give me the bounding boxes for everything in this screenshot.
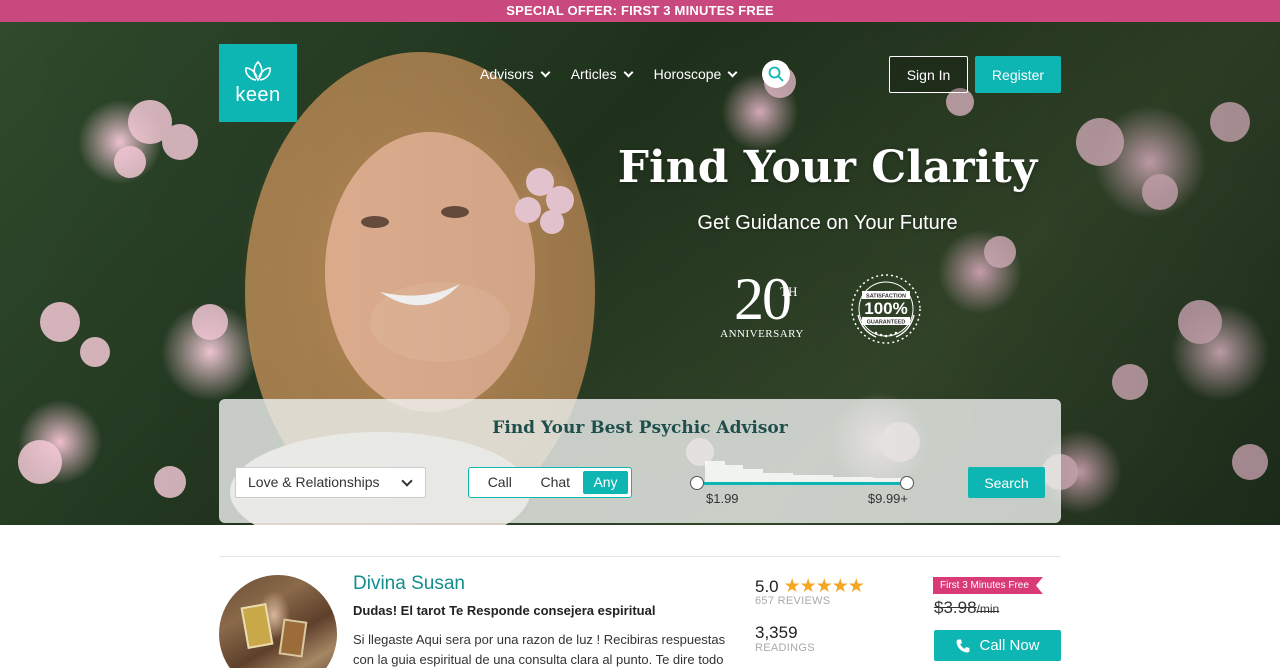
register-button[interactable]: Register (975, 56, 1061, 93)
advisor-search-panel: Find Your Best Psychic Advisor Love & Re… (219, 399, 1061, 523)
readings-label: READINGS (755, 642, 815, 654)
lotus-icon (245, 60, 271, 81)
satisfaction-badge: SATISFACTION 100% GUARANTEED (848, 271, 924, 347)
anniversary-label: ANNIVERSARY (720, 328, 804, 340)
keen-logo[interactable]: keen (219, 44, 297, 122)
search-panel-title: Find Your Best Psychic Advisor (492, 418, 788, 438)
promo-banner[interactable]: SPECIAL OFFER: FIRST 3 MINUTES FREE (0, 0, 1280, 22)
advisor-avatar[interactable] (219, 575, 337, 668)
chevron-down-icon (623, 67, 634, 77)
price-unit: /min (976, 602, 1000, 616)
price-track (697, 482, 907, 485)
satisfaction-seal-icon: SATISFACTION 100% GUARANTEED (851, 274, 921, 344)
price-max-handle[interactable] (900, 476, 914, 490)
tarot-card-image (240, 603, 274, 649)
search-icon (768, 66, 784, 82)
price-value: $3.98 (934, 598, 977, 617)
search-submit-button[interactable]: Search (968, 467, 1045, 498)
offer-ribbon: First 3 Minutes Free (933, 577, 1043, 594)
hero-subtitle: Get Guidance on Your Future (697, 212, 958, 234)
phone-icon (956, 639, 970, 652)
hero-section: keen Advisors Articles Horoscope Sign In… (0, 22, 1280, 525)
sign-in-button[interactable]: Sign In (889, 56, 968, 93)
call-now-button[interactable]: Call Now (934, 630, 1061, 661)
price-min-label: $1.99 (706, 491, 739, 506)
anniversary-suffix: TH (780, 284, 798, 299)
tarot-card-image (278, 618, 308, 658)
reviews-count[interactable]: 657 REVIEWS (755, 595, 830, 607)
nav-articles-label: Articles (570, 66, 617, 82)
hero-title: Find Your Clarity (617, 142, 1038, 193)
price-max-label: $9.99+ (867, 491, 908, 506)
advisor-description: Si llegaste Aqui sera por una razon de l… (353, 632, 726, 667)
search-button[interactable] (762, 60, 791, 88)
advisor-name[interactable]: Divina Susan (353, 573, 465, 595)
chevron-down-icon (540, 67, 551, 77)
nav-horoscope[interactable]: Horoscope (653, 66, 738, 82)
nav-advisors-label: Advisors (480, 66, 534, 82)
contact-mode-toggle: Call Chat Any (468, 467, 632, 498)
mode-chat[interactable]: Chat (528, 471, 584, 494)
category-selected-value: Love & Relationships (248, 474, 380, 490)
price-histogram (705, 461, 901, 483)
chevron-down-icon (401, 475, 413, 487)
nav-horoscope-label: Horoscope (653, 66, 722, 82)
satisfaction-bottom-text: GUARANTEED (867, 320, 906, 326)
mode-call[interactable]: Call (472, 471, 528, 494)
main-nav: Advisors Articles Horoscope (480, 56, 791, 92)
chevron-down-icon (727, 67, 738, 77)
call-now-label: Call Now (979, 637, 1040, 654)
nav-articles[interactable]: Articles (570, 66, 634, 82)
logo-text: keen (235, 83, 281, 106)
readings-count: 3,359 (755, 623, 798, 642)
price-min-handle[interactable] (690, 476, 704, 490)
advisor-price: $3.98/min (934, 598, 999, 618)
list-divider (219, 556, 1061, 557)
satisfaction-value: 100% (864, 299, 907, 318)
nav-advisors[interactable]: Advisors (480, 66, 551, 82)
anniversary-badge: 20 TH ANNIVERSARY (712, 269, 812, 346)
category-select[interactable]: Love & Relationships (235, 467, 426, 498)
mode-any[interactable]: Any (583, 471, 628, 494)
advisor-tagline: Dudas! El tarot Te Responde consejera es… (353, 603, 656, 618)
price-range-slider[interactable]: $1.99 $9.99+ (690, 459, 914, 509)
rating-value: 5.0 (755, 576, 779, 596)
